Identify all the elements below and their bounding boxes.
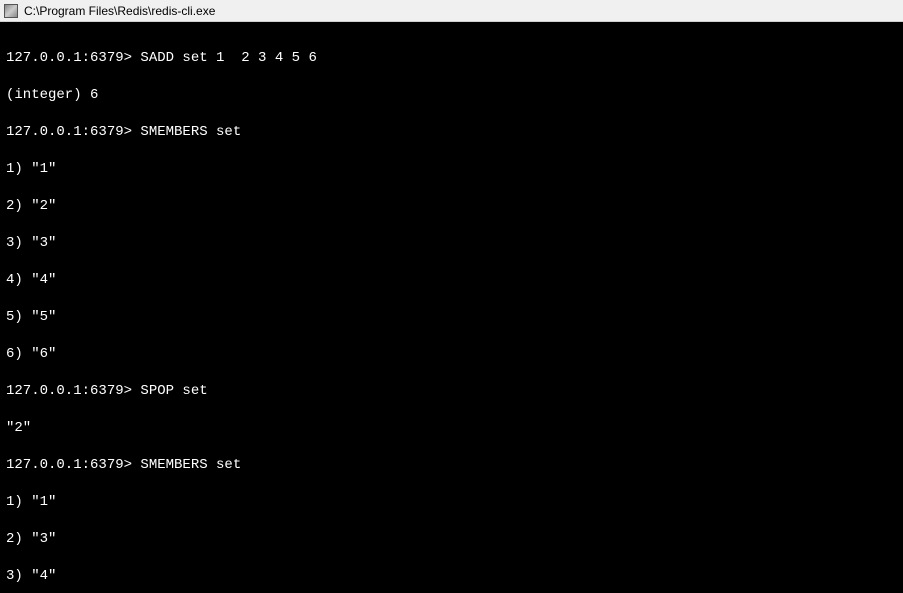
console-line: 127.0.0.1:6379> SMEMBERS set [6,123,897,142]
console-line: 127.0.0.1:6379> SPOP set [6,382,897,401]
console-line: 127.0.0.1:6379> SMEMBERS set [6,456,897,475]
console-line: "2" [6,419,897,438]
window-title: C:\Program Files\Redis\redis-cli.exe [24,4,215,18]
console-line: 5) "5" [6,308,897,327]
console-line: 2) "3" [6,530,897,549]
console-line: (integer) 6 [6,86,897,105]
console-line: 2) "2" [6,197,897,216]
console-line: 3) "3" [6,234,897,253]
console-line: 4) "4" [6,271,897,290]
console-line: 1) "1" [6,493,897,512]
window-title-bar[interactable]: C:\Program Files\Redis\redis-cli.exe [0,0,903,22]
window-icon [4,4,18,18]
console-line: 1) "1" [6,160,897,179]
console-line: 127.0.0.1:6379> SADD set 1 2 3 4 5 6 [6,49,897,68]
console-line: 6) "6" [6,345,897,364]
console-line: 3) "4" [6,567,897,586]
console-body[interactable]: 127.0.0.1:6379> SADD set 1 2 3 4 5 6 (in… [0,22,903,593]
